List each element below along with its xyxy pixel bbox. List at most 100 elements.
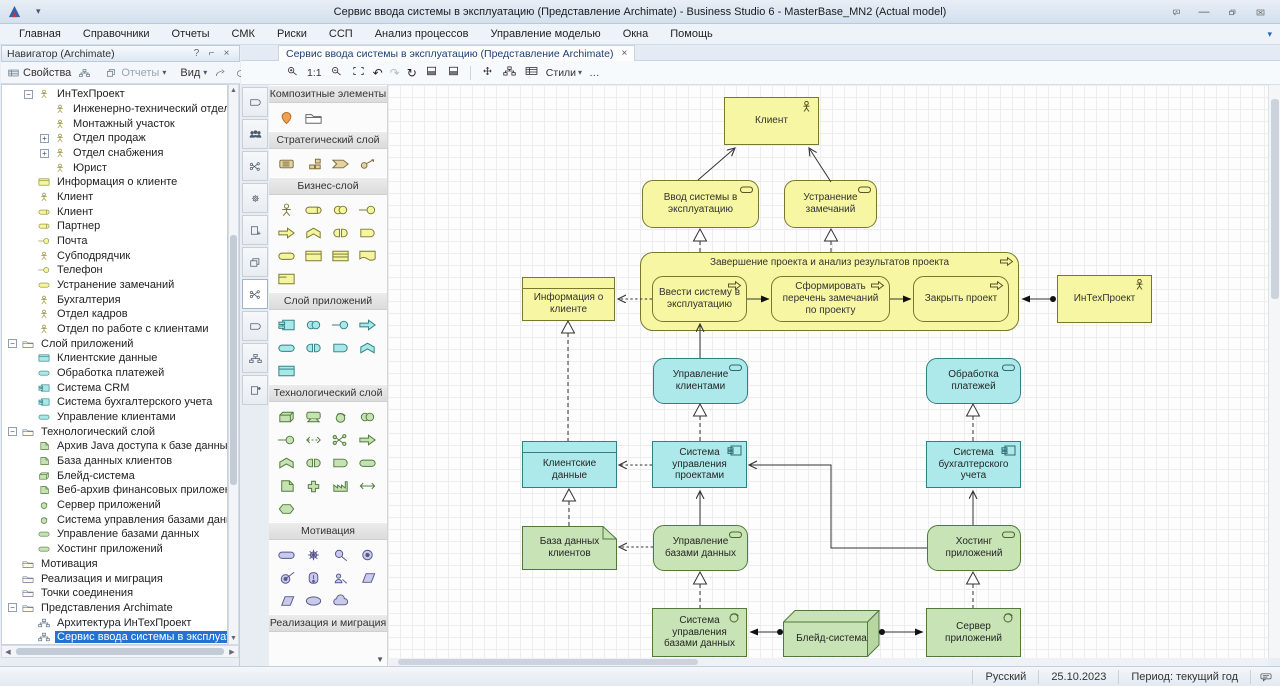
tree-item[interactable]: −Представления Archimate (2, 601, 227, 616)
contract-icon[interactable] (327, 244, 354, 267)
zoom-in-icon[interactable] (285, 64, 300, 81)
menu-pomosh[interactable]: Помощь (659, 24, 724, 44)
tree-item[interactable]: +Отдел снабжения (2, 146, 227, 161)
pin-icon[interactable]: ⌐ (204, 48, 219, 59)
tab-active[interactable]: Сервис ввода системы в эксплуатацию (Пре… (278, 45, 635, 61)
palette-section-header[interactable]: Слой приложений (269, 292, 387, 310)
course-of-action-icon[interactable] (354, 152, 381, 175)
new-doc-icon[interactable] (242, 375, 268, 405)
tree-item[interactable]: Бухгалтерия (2, 292, 227, 307)
menu-analiz[interactable]: Анализ процессов (364, 24, 480, 44)
application-event-icon[interactable] (354, 336, 381, 359)
menu-riski[interactable]: Риски (266, 24, 318, 44)
node-technology-service[interactable]: Управление базами данных (653, 525, 748, 571)
tree-item[interactable]: Мотивация (2, 557, 227, 572)
representation-icon[interactable] (354, 244, 381, 267)
device-icon[interactable] (300, 405, 327, 428)
menu-spravochniki[interactable]: Справочники (72, 24, 161, 44)
node-artifact[interactable]: База данных клиентов (522, 526, 617, 570)
menubar-collapse-caret-icon[interactable]: ▾ (1267, 29, 1272, 40)
auto-layout-icon[interactable] (502, 64, 517, 81)
fit-screen-icon[interactable] (351, 64, 366, 81)
meaning-cloud-icon[interactable] (327, 589, 354, 612)
tree-item[interactable]: Монтажный участок (2, 116, 227, 131)
tree-item[interactable]: Точки соединения (2, 586, 227, 601)
grouping-icon[interactable] (300, 106, 327, 129)
node-business-actor[interactable]: Клиент (724, 97, 819, 145)
palette-section-header[interactable]: Бизнес-слой (269, 177, 387, 195)
comment-bubble-icon[interactable] (1250, 670, 1280, 684)
tree-item[interactable]: Почта (2, 234, 227, 249)
facility-icon[interactable] (327, 474, 354, 497)
people-icon[interactable] (242, 119, 268, 149)
hierarchy-icon[interactable] (242, 343, 268, 373)
palette-section-header[interactable]: Мотивация (269, 522, 387, 540)
hierarchy-icon[interactable] (76, 66, 93, 80)
export-svg-icon[interactable] (424, 64, 439, 81)
tree-item[interactable]: Блейд-система (2, 468, 227, 483)
tree-item[interactable]: Партнер (2, 219, 227, 234)
more-button[interactable]: … (589, 67, 600, 79)
node-system-software[interactable]: Сервер приложений (926, 608, 1021, 657)
scrollbar-thumb[interactable] (230, 235, 237, 485)
path-icon[interactable] (300, 428, 327, 451)
value-icon[interactable] (300, 589, 327, 612)
diagram-canvas[interactable]: Клиент Ввод системы в эксплуатацию Устра… (388, 85, 1268, 658)
tree-item[interactable]: Инженерно-технический отдел (2, 102, 227, 117)
system-software-icon[interactable] (327, 405, 354, 428)
communication-path-icon[interactable] (354, 474, 381, 497)
resource-icon[interactable] (273, 152, 300, 175)
tree-item[interactable]: Информация о клиенте (2, 175, 227, 190)
grouping-icon[interactable] (242, 87, 268, 117)
node-application-component[interactable]: Система бухгалтерского учета (926, 441, 1021, 488)
menu-glavnaya[interactable]: Главная (8, 24, 72, 44)
menu-upravlenie[interactable]: Управление моделью (479, 24, 611, 44)
communication-network-icon[interactable] (327, 428, 354, 451)
capability-icon[interactable] (300, 152, 327, 175)
business-function-icon[interactable] (300, 221, 327, 244)
tree-item[interactable]: Управление базами данных (2, 527, 227, 542)
tree-item[interactable]: −ИнТехПроект (2, 87, 227, 102)
styles-dropdown[interactable]: Стили▾ (546, 67, 582, 79)
scroll-down-icon[interactable]: ▼ (229, 633, 238, 644)
application-component-icon[interactable] (273, 313, 300, 336)
tree-item[interactable]: Архив Java доступа к базе данных (2, 439, 227, 454)
ribbon-options-icon[interactable] (1162, 3, 1190, 21)
tree-item-selected[interactable]: Сервис ввода системы в эксплуатаци (2, 630, 227, 645)
undo-icon[interactable]: ↶ (373, 66, 383, 80)
properties-table-icon[interactable] (524, 64, 539, 81)
application-collaboration-icon[interactable] (300, 313, 327, 336)
business-interface-icon[interactable] (354, 198, 381, 221)
tab-close-icon[interactable]: × (621, 48, 627, 59)
technology-interface-icon[interactable] (273, 428, 300, 451)
business-interaction-icon[interactable] (327, 221, 354, 244)
assessment-icon[interactable] (327, 543, 354, 566)
panel-close-icon[interactable]: × (219, 48, 234, 59)
tree-item[interactable]: −Технологический слой (2, 424, 227, 439)
doc-add-icon[interactable] (242, 215, 268, 245)
business-process-icon[interactable] (273, 221, 300, 244)
tree-item[interactable]: Клиент (2, 190, 227, 205)
technology-service-icon[interactable] (354, 451, 381, 474)
zoom-out-icon[interactable] (329, 64, 344, 81)
node-business-process[interactable]: Сформировать перечень замечаний по проек… (771, 276, 890, 322)
stakeholder-icon[interactable] (273, 543, 300, 566)
business-role-icon[interactable] (300, 198, 327, 221)
menu-otchety[interactable]: Отчеты (161, 24, 221, 44)
business-collaboration-icon[interactable] (327, 198, 354, 221)
scroll-up-icon[interactable]: ▲ (229, 85, 238, 96)
application-interaction-icon[interactable] (300, 336, 327, 359)
node-business-process[interactable]: Закрыть проект (913, 276, 1009, 322)
node-system-software[interactable]: Система управления базами данных (652, 608, 747, 657)
tree-item[interactable]: Устранение замечаний (2, 278, 227, 293)
share-icon[interactable] (212, 66, 229, 80)
tree-item[interactable]: Реализация и миграция (2, 571, 227, 586)
node-business-object[interactable]: Информация о клиенте (522, 277, 615, 321)
restore-icon[interactable] (1218, 3, 1246, 21)
canvas-horizontal-scrollbar[interactable] (388, 658, 1268, 666)
product-icon[interactable] (273, 267, 300, 290)
artifact-icon[interactable] (273, 474, 300, 497)
tree-item[interactable]: Система бухгалтерского учета (2, 395, 227, 410)
material-icon[interactable] (273, 497, 300, 520)
tree-vertical-scrollbar[interactable]: ▲ ▼ (228, 84, 239, 645)
